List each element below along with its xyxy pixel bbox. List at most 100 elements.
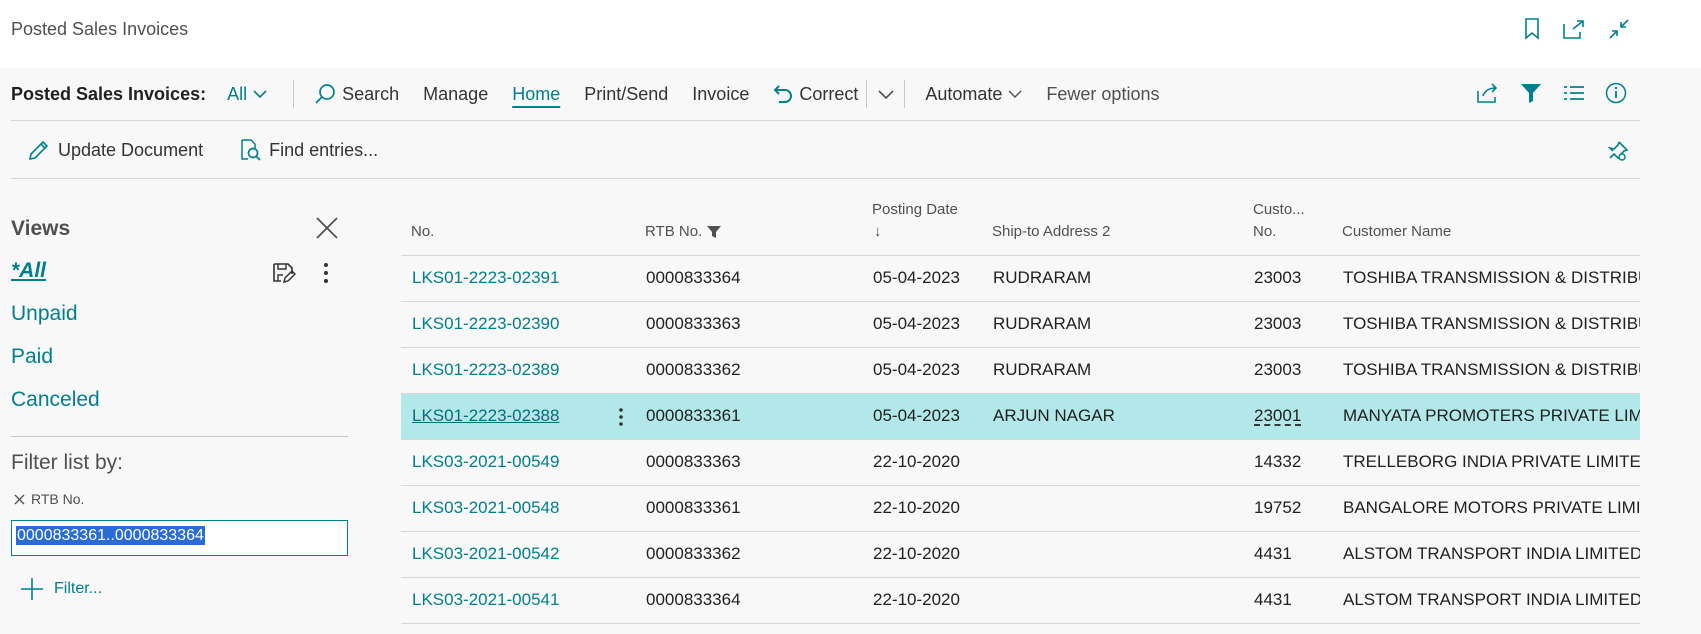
more-options-icon[interactable]: [312, 259, 340, 287]
filter-field-label: RTB No.: [31, 491, 85, 507]
cell-no[interactable]: LKS01-2223-02388: [412, 406, 602, 426]
list-view-icon[interactable]: [1561, 80, 1587, 106]
table-row[interactable]: LKS01-2223-02390 0000833363 05-04-2023 RUDR…: [401, 302, 1640, 348]
separator: [293, 80, 295, 108]
view-canceled[interactable]: Canceled: [11, 388, 100, 412]
column-header-posting-date[interactable]: Posting Date ↓: [872, 199, 958, 243]
cell-no[interactable]: LKS03-2021-00541: [412, 590, 602, 610]
column-header-customer-no[interactable]: Custo... No.: [1253, 199, 1305, 243]
automate-menu[interactable]: Automate: [925, 84, 1022, 105]
sort-descending-icon: ↓: [874, 223, 882, 240]
cell-customer-name: TOSHIBA TRANSMISSION & DISTRIBUTION: [1343, 360, 1640, 379]
column-header-no[interactable]: No.: [411, 221, 434, 243]
cell-no[interactable]: LKS01-2223-02389: [412, 360, 602, 380]
page-caption: Posted Sales Invoices:: [11, 83, 207, 104]
add-filter-label: Filter...: [54, 580, 103, 597]
views-title: Views: [11, 217, 71, 240]
column-header-rtb-no-label: RTB No.: [645, 223, 703, 240]
remove-filter-icon[interactable]: [14, 494, 25, 505]
more-actions-dropdown[interactable]: [866, 80, 894, 108]
correct-button[interactable]: Correct: [773, 84, 858, 105]
views-pane: Views *All Unpaid Paid Canceled Filter l…: [0, 179, 360, 634]
table-row[interactable]: LKS03-2021-00541 0000833364 22-10-2020 4431…: [401, 578, 1640, 624]
save-view-icon[interactable]: [270, 259, 298, 287]
page-title: Posted Sales Invoices: [11, 19, 189, 39]
filter-input-value: 0000833361..0000833364: [16, 526, 205, 545]
invoice-tab[interactable]: Invoice: [692, 84, 749, 105]
row-actions-icon[interactable]: [607, 403, 635, 431]
view-selector[interactable]: All: [227, 84, 267, 105]
table-row[interactable]: LKS01-2223-02389 0000833362 05-04-2023 RUDR…: [401, 348, 1640, 394]
cell-posting-date: 05-04-2023: [873, 360, 960, 379]
cell-no[interactable]: LKS01-2223-02391: [412, 268, 602, 288]
manage-tab[interactable]: Manage: [423, 84, 488, 105]
separator: [904, 80, 906, 108]
cell-posting-date: 22-10-2020: [873, 452, 960, 471]
cell-rtb-no: 0000833361: [646, 406, 741, 425]
table-row[interactable]: LKS01-2223-02391 0000833364 05-04-2023 RUDR…: [401, 256, 1640, 302]
info-icon[interactable]: [1603, 80, 1629, 106]
bookmark-icon[interactable]: [1519, 16, 1545, 42]
cell-customer-no[interactable]: 23001: [1254, 406, 1334, 426]
cell-customer-no[interactable]: 23003: [1254, 360, 1334, 380]
cell-no[interactable]: LKS03-2021-00549: [412, 452, 602, 472]
view-selector-label: All: [227, 83, 248, 104]
cell-rtb-no: 0000833363: [646, 452, 741, 471]
update-document-button[interactable]: Update Document: [28, 139, 203, 161]
fewer-options-button[interactable]: Fewer options: [1046, 84, 1159, 105]
cell-no[interactable]: LKS01-2223-02390: [412, 314, 602, 334]
undo-icon: [773, 85, 793, 103]
search-button[interactable]: Search: [314, 83, 399, 105]
cell-customer-name: TOSHIBA TRANSMISSION & DISTRIBUTION: [1343, 268, 1640, 287]
cell-rtb-no: 0000833363: [646, 314, 741, 333]
chevron-down-icon: [1008, 90, 1022, 98]
cell-customer-no[interactable]: 4431: [1254, 590, 1334, 610]
chevron-down-icon: [878, 90, 894, 99]
column-header-ship-to-address-2[interactable]: Ship-to Address 2: [992, 221, 1110, 243]
cell-posting-date: 05-04-2023: [873, 268, 960, 287]
print-send-tab[interactable]: Print/Send: [584, 84, 668, 105]
cell-customer-no[interactable]: 23003: [1254, 268, 1334, 288]
column-header-customer-no-line1: Custo...: [1253, 201, 1305, 218]
view-all[interactable]: *All: [11, 259, 46, 283]
action-bar: Posted Sales Invoices: All Search Manage…: [0, 68, 1640, 120]
cell-customer-name: MANYATA PROMOTERS PRIVATE LIMITED: [1343, 406, 1640, 425]
cell-customer-no[interactable]: 14332: [1254, 452, 1334, 472]
filter-field-rtb: RTB No.: [14, 491, 84, 507]
chevron-down-icon: [253, 90, 267, 99]
cell-customer-no[interactable]: 19752: [1254, 498, 1334, 518]
cell-customer-name: BANGALORE MOTORS PRIVATE LIMITED: [1343, 498, 1640, 517]
column-header-rtb-no[interactable]: RTB No.: [645, 221, 722, 243]
page-header: Posted Sales Invoices: [0, 0, 1701, 68]
table-row[interactable]: LKS01-2223-02388 0000833361 05-04-2023 ARJU…: [401, 394, 1640, 440]
column-header-customer-name[interactable]: Customer Name: [1342, 221, 1451, 243]
cell-ship-to-address-2: RUDRARAM: [993, 314, 1092, 333]
table-row[interactable]: LKS03-2021-00542 0000833362 22-10-2020 4431…: [401, 532, 1640, 578]
find-entries-icon: [241, 139, 261, 161]
home-tab[interactable]: Home: [512, 84, 560, 105]
rtb-filter-input[interactable]: 0000833361..0000833364: [11, 520, 348, 556]
cell-customer-name: ALSTOM TRANSPORT INDIA LIMITED: [1343, 544, 1640, 563]
view-paid[interactable]: Paid: [11, 345, 53, 369]
filter-icon[interactable]: [1518, 80, 1544, 106]
find-entries-button[interactable]: Find entries...: [239, 139, 378, 161]
pin-icon[interactable]: [1605, 138, 1631, 164]
cell-no[interactable]: LKS03-2021-00542: [412, 544, 602, 564]
automate-label: Automate: [925, 83, 1003, 104]
add-filter-button[interactable]: Filter...: [20, 577, 102, 601]
divider: [11, 120, 1640, 121]
cell-posting-date: 22-10-2020: [873, 544, 960, 563]
divider: [11, 436, 348, 437]
search-label: Search: [342, 83, 400, 104]
collapse-icon[interactable]: [1606, 16, 1632, 42]
close-views-button[interactable]: [312, 213, 342, 243]
plus-icon: [21, 578, 43, 600]
table-row[interactable]: LKS03-2021-00549 0000833363 22-10-2020 1433…: [401, 440, 1640, 486]
share-icon[interactable]: [1475, 80, 1501, 106]
cell-no[interactable]: LKS03-2021-00548: [412, 498, 602, 518]
cell-customer-no[interactable]: 23003: [1254, 314, 1334, 334]
cell-customer-no[interactable]: 4431: [1254, 544, 1334, 564]
view-unpaid[interactable]: Unpaid: [11, 302, 78, 326]
table-row[interactable]: LKS03-2021-00548 0000833361 22-10-2020 1975…: [401, 486, 1640, 532]
open-new-window-icon[interactable]: [1561, 16, 1587, 42]
